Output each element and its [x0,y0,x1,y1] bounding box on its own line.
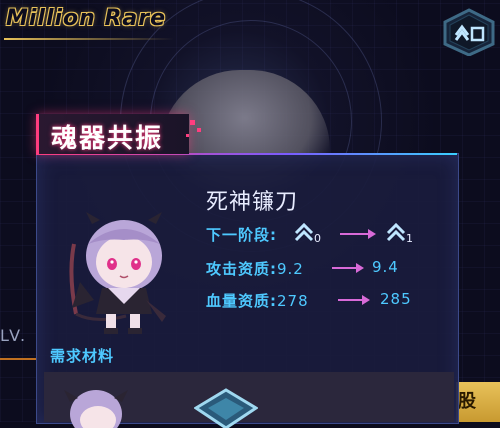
chibi-character-icon [69,212,166,334]
stage-to-value: 1 [406,232,413,245]
hp-row: 血量资质:278 [206,290,309,311]
material-chibi-icon[interactable] [62,388,132,428]
arrow-right-icon [332,263,364,273]
arrow-right-icon [340,229,376,239]
attack-row: 攻击资质:9.2 [206,258,304,279]
required-materials-label: 需求材料 [50,347,115,365]
hp-from-value: 278 [277,292,309,310]
item-name: 死神镰刀 [206,190,299,215]
stage-from-value: 0 [314,232,321,245]
rank-chevron-icon [294,222,314,242]
hp-label: 血量资质: [206,292,277,310]
hp-to-value: 285 [380,290,412,308]
stage-label: 下一阶段: [206,226,277,244]
level-label-fragment: LV. [0,326,28,345]
decor-square [186,134,189,137]
arrow-right-icon [338,295,370,305]
rank-chevron-icon [386,222,406,242]
material-hex-icon[interactable] [194,388,258,428]
stage-row: 下一阶段: [206,224,277,245]
hex-rank-button-icon [443,8,495,57]
decor-square [190,120,195,125]
attack-label: 攻击资质: [206,260,277,278]
side-action-button[interactable]: 股 [456,382,500,422]
logo-underline [4,38,174,40]
rank-button[interactable] [442,8,496,57]
attack-to-value: 9.4 [372,258,399,276]
dialog-title-tab: 魂器共振 [36,114,189,154]
side-divider [0,358,36,360]
dialog-title: 魂器共振 [51,124,164,154]
game-logo: Million Rare [6,6,167,31]
decor-square [197,128,201,132]
attack-from-value: 9.2 [277,260,304,278]
